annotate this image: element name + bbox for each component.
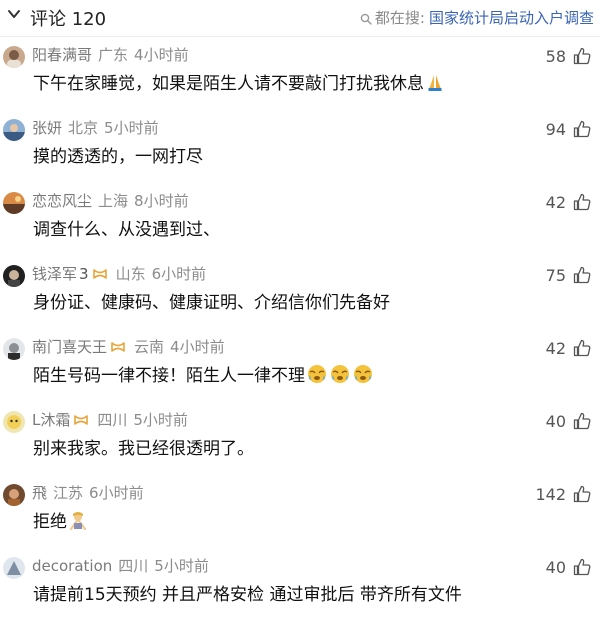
like-control[interactable]: 40 <box>546 409 592 433</box>
search-prefix: 都在搜: <box>374 9 425 27</box>
thumbs-up-icon[interactable] <box>572 338 592 358</box>
comment-meta: 张妍 北京 5小时前 <box>32 117 159 139</box>
like-count: 94 <box>545 119 566 139</box>
avatar[interactable] <box>3 557 25 579</box>
commenter-region: 上海 <box>98 192 129 210</box>
commenter-region: 四川 <box>97 411 128 429</box>
like-control[interactable]: 42 <box>546 336 592 360</box>
thumbs-up-icon[interactable] <box>572 265 592 285</box>
comment-text: 下午在家睡觉，如果是陌生人请不要敲门打扰我休息 <box>33 71 445 97</box>
comment-text: 身份证、健康码、健康证明、介绍信你们先备好 <box>33 293 390 313</box>
avatar[interactable] <box>3 265 25 287</box>
comment-item: 飛江苏 6小时前 142 拒绝 <box>0 482 600 552</box>
commenter-name[interactable]: decoration <box>32 557 112 575</box>
crying-face-emoji-icon <box>331 365 349 383</box>
comment-text: 调查什么、从没遇到过、 <box>33 220 220 240</box>
comment-meta: 钱泽军 3 山东 6小时前 <box>32 263 206 285</box>
like-control[interactable]: 94 <box>546 117 592 141</box>
comments-header: 评论 120 都在搜: 国家统计局启动入户调查 <box>0 0 600 32</box>
comment-text: 别来我家。我已经很透明了。 <box>33 439 254 459</box>
like-control[interactable]: 40 <box>546 555 592 579</box>
comment-item: decoration 四川 5小时前 40 请提前15天预约 并且严格安检 通过审批… <box>0 555 600 625</box>
comment-item: 阳春满哥 广东 4小时前 58 下午在家睡觉，如果是陌生人请不要敲门打扰我休息 <box>0 44 600 114</box>
comment-item: 南门喜天王 云南 4小时前 42 陌生号码一律不接！陌生人一律不理 <box>0 336 600 406</box>
comment-text: 拒绝 <box>33 509 88 535</box>
comment-time: 5小时前 <box>133 411 188 429</box>
commenter-name[interactable]: L沐霜 <box>32 411 70 429</box>
commenter-name[interactable]: 张妍 <box>32 119 62 137</box>
comment-meta: L沐霜 四川 5小时前 <box>32 409 188 431</box>
thumbs-up-icon[interactable] <box>572 411 592 431</box>
commenter-name[interactable]: 钱泽军 <box>32 265 77 283</box>
commenter-name[interactable]: 阳春满哥 <box>32 46 92 64</box>
commenter-name[interactable]: 南门喜天王 <box>32 338 107 356</box>
comment-item: 张妍 北京 5小时前 94 摸的透透的，一网打尽 <box>0 117 600 187</box>
avatar[interactable] <box>3 192 25 214</box>
commenter-region: 北京 <box>68 119 99 137</box>
crying-face-emoji-icon <box>308 365 326 383</box>
like-count: 42 <box>545 192 566 212</box>
thumbs-up-icon[interactable] <box>572 192 592 212</box>
commenter-name[interactable]: 飛 <box>32 484 47 502</box>
comment-time: 6小时前 <box>89 484 144 502</box>
comment-time: 4小时前 <box>170 338 225 356</box>
commenter-region: 广东 <box>98 46 129 64</box>
comment-time: 5小时前 <box>104 119 159 137</box>
search-icon <box>360 13 372 25</box>
vip-crown-icon <box>92 269 107 279</box>
like-control[interactable]: 75 <box>546 263 592 287</box>
thumbs-up-icon[interactable] <box>572 46 592 66</box>
comment-item: L沐霜 四川 5小时前 40 别来我家。我已经很透明了。 <box>0 409 600 479</box>
comment-text: 请提前15天预约 并且严格安检 通过审批后 带齐所有文件 <box>33 585 462 605</box>
comment-text: 陌生号码一律不接！陌生人一律不理 <box>33 363 374 389</box>
hot-search-bar[interactable]: 都在搜: 国家统计局启动入户调查 <box>360 7 594 28</box>
chevron-down-icon[interactable] <box>6 7 22 21</box>
comment-meta: 阳春满哥 广东 4小时前 <box>32 44 189 66</box>
like-count: 40 <box>545 411 566 431</box>
avatar[interactable] <box>3 411 25 433</box>
like-control[interactable]: 58 <box>546 44 592 68</box>
commenter-region: 山东 <box>115 265 146 283</box>
like-count: 142 <box>535 484 566 504</box>
avatar[interactable] <box>3 46 25 68</box>
commenter-region: 云南 <box>134 338 165 356</box>
header-divider <box>0 36 600 37</box>
like-control[interactable]: 42 <box>546 190 592 214</box>
comment-time: 4小时前 <box>134 46 189 64</box>
like-count: 75 <box>545 265 566 285</box>
commenter-name[interactable]: 恋恋风尘 <box>32 192 92 210</box>
user-level: 3 <box>79 265 89 283</box>
comment-time: 5小时前 <box>154 557 209 575</box>
thumbs-up-icon[interactable] <box>572 557 592 577</box>
thumbs-up-icon[interactable] <box>572 119 592 139</box>
like-count: 42 <box>545 338 566 358</box>
comment-time: 8小时前 <box>134 192 189 210</box>
avatar[interactable] <box>3 119 25 141</box>
comment-item: 恋恋风尘 上海 8小时前 42 调查什么、从没遇到过、 <box>0 190 600 260</box>
commenter-region: 四川 <box>118 557 149 575</box>
comments-title: 评论 120 <box>30 9 107 30</box>
hot-search-link[interactable]: 国家统计局启动入户调查 <box>429 9 594 27</box>
comment-time: 6小时前 <box>151 265 207 283</box>
avatar[interactable] <box>3 484 25 506</box>
like-count: 58 <box>545 46 566 66</box>
like-control[interactable]: 142 <box>535 482 592 506</box>
comment-text: 摸的透透的，一网打尽 <box>33 147 203 167</box>
comment-meta: 飛江苏 6小时前 <box>32 482 144 504</box>
comment-meta: 南门喜天王 云南 4小时前 <box>32 336 225 358</box>
commenter-region: 江苏 <box>53 484 84 502</box>
comment-meta: decoration 四川 5小时前 <box>32 555 209 577</box>
thumbs-up-icon[interactable] <box>572 484 592 504</box>
person-gesturing-no-emoji-icon <box>69 512 87 530</box>
vip-crown-icon <box>74 415 89 425</box>
folded-hands-emoji-icon <box>428 75 442 91</box>
vip-crown-icon <box>111 342 125 352</box>
avatar[interactable] <box>3 338 25 360</box>
comment-meta: 恋恋风尘 上海 8小时前 <box>32 190 189 212</box>
like-count: 40 <box>545 557 566 577</box>
crying-face-emoji-icon <box>354 365 372 383</box>
comment-item: 钱泽军 3 山东 6小时前 75 身份证、健康码、健康证明、介绍信你们先备好 <box>0 263 600 333</box>
